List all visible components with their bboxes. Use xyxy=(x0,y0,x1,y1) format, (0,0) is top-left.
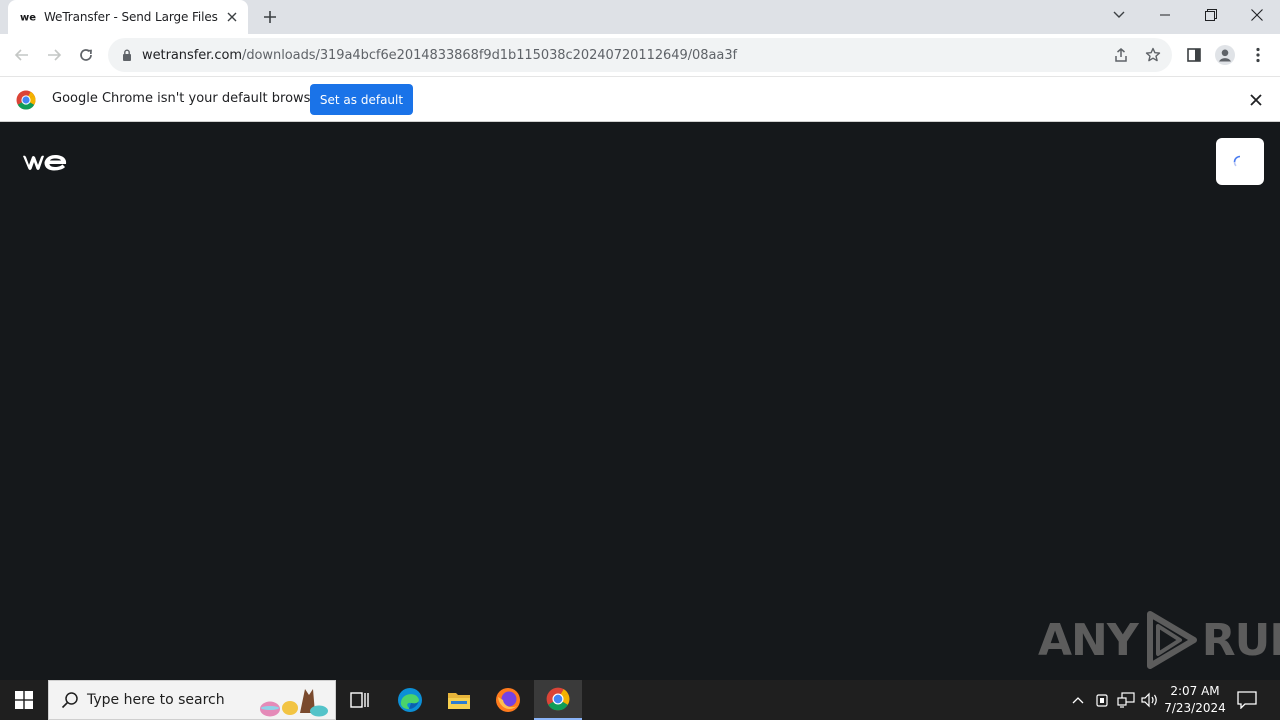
share-icon[interactable] xyxy=(1112,46,1130,64)
address-bar[interactable]: wetransfer.com/downloads/319a4bcf6e20148… xyxy=(108,38,1172,72)
easter-eggs-icon xyxy=(260,689,328,717)
side-panel-icon[interactable] xyxy=(1183,44,1205,66)
start-button[interactable] xyxy=(0,680,48,720)
network-icon[interactable] xyxy=(1116,690,1136,710)
loading-spinner xyxy=(1216,138,1264,185)
wetransfer-we-logo[interactable] xyxy=(22,150,68,174)
taskbar-firefox[interactable] xyxy=(484,680,532,720)
edge-icon xyxy=(398,688,422,712)
play-triangle-icon xyxy=(1146,611,1197,669)
tab-close-icon[interactable] xyxy=(224,9,240,25)
notification-center-icon[interactable] xyxy=(1236,690,1258,710)
restore-button[interactable] xyxy=(1188,0,1234,30)
clock-date: 7/23/2024 xyxy=(1164,701,1226,715)
url-host: wetransfer.com xyxy=(142,47,242,63)
chrome-icon xyxy=(546,687,570,711)
taskbar-search[interactable]: Type here to search xyxy=(48,680,336,720)
reload-icon xyxy=(80,49,92,61)
set-as-default-button[interactable]: Set as default xyxy=(310,84,413,115)
more-menu-icon[interactable] xyxy=(1247,44,1269,66)
windows-taskbar: Type here to search 2:07 AM 7/23/2024 xyxy=(0,680,1280,720)
close-icon xyxy=(1251,9,1263,21)
taskbar-chrome[interactable] xyxy=(534,680,582,720)
page-content: ANY RUN xyxy=(0,122,1280,680)
window-close-button[interactable] xyxy=(1234,0,1280,30)
url-path: /downloads/319a4bcf6e2014833868f9d1b1150… xyxy=(241,47,738,63)
svg-text:we: we xyxy=(20,13,36,23)
url-text[interactable]: wetransfer.com/downloads/319a4bcf6e20148… xyxy=(142,48,737,63)
firefox-icon xyxy=(496,688,520,712)
chrome-logo-icon xyxy=(16,90,36,110)
search-placeholder: Type here to search xyxy=(87,692,225,708)
arrow-left-icon xyxy=(14,49,28,61)
system-clock[interactable]: 2:07 AM 7/23/2024 xyxy=(1162,683,1228,717)
restore-icon xyxy=(1205,9,1217,21)
forward-button[interactable] xyxy=(39,40,69,70)
spinner-icon xyxy=(1233,155,1241,166)
clock-time: 2:07 AM xyxy=(1170,684,1220,698)
wetransfer-favicon-icon: we xyxy=(20,9,36,25)
search-icon xyxy=(61,692,78,709)
infobar-message: Google Chrome isn't your default browser xyxy=(52,91,324,106)
tab-title: WeTransfer - Send Large Files & S xyxy=(44,10,218,24)
tray-overflow-chevron-icon[interactable] xyxy=(1068,690,1088,710)
windows-logo-icon xyxy=(15,691,33,709)
anyrun-watermark: ANY RUN xyxy=(1038,610,1280,670)
screen: we WeTransfer - Send Large Files & S xyxy=(0,0,1280,720)
profile-avatar-icon[interactable] xyxy=(1214,44,1236,66)
taskbar-file-explorer[interactable] xyxy=(435,680,483,720)
tab-strip: we WeTransfer - Send Large Files & S xyxy=(0,0,1280,34)
new-tab-button[interactable] xyxy=(258,5,282,29)
back-button[interactable] xyxy=(7,40,37,70)
watermark-run: RUN xyxy=(1201,614,1280,666)
reload-button[interactable] xyxy=(71,40,101,70)
tab-search-button[interactable] xyxy=(1096,0,1142,30)
watermark-any: ANY xyxy=(1038,614,1139,666)
arrow-right-icon xyxy=(48,49,62,61)
browser-toolbar: wetransfer.com/downloads/319a4bcf6e20148… xyxy=(0,34,1280,76)
tray-device-icon[interactable] xyxy=(1092,690,1112,710)
lock-icon[interactable] xyxy=(120,48,134,62)
bookmark-star-icon[interactable] xyxy=(1144,46,1162,64)
infobar-close-icon[interactable] xyxy=(1246,90,1266,110)
default-browser-infobar: Google Chrome isn't your default browser… xyxy=(0,76,1280,122)
file-explorer-icon xyxy=(448,693,470,709)
taskbar-edge[interactable] xyxy=(386,680,434,720)
volume-icon[interactable] xyxy=(1140,690,1160,710)
task-view-button[interactable] xyxy=(336,680,384,720)
minimize-icon xyxy=(1160,14,1170,16)
task-view-icon xyxy=(350,692,369,708)
plus-icon xyxy=(264,11,276,23)
tab-wetransfer[interactable]: we WeTransfer - Send Large Files & S xyxy=(8,0,248,34)
chevron-down-icon xyxy=(1113,11,1125,18)
minimize-button[interactable] xyxy=(1142,0,1188,30)
